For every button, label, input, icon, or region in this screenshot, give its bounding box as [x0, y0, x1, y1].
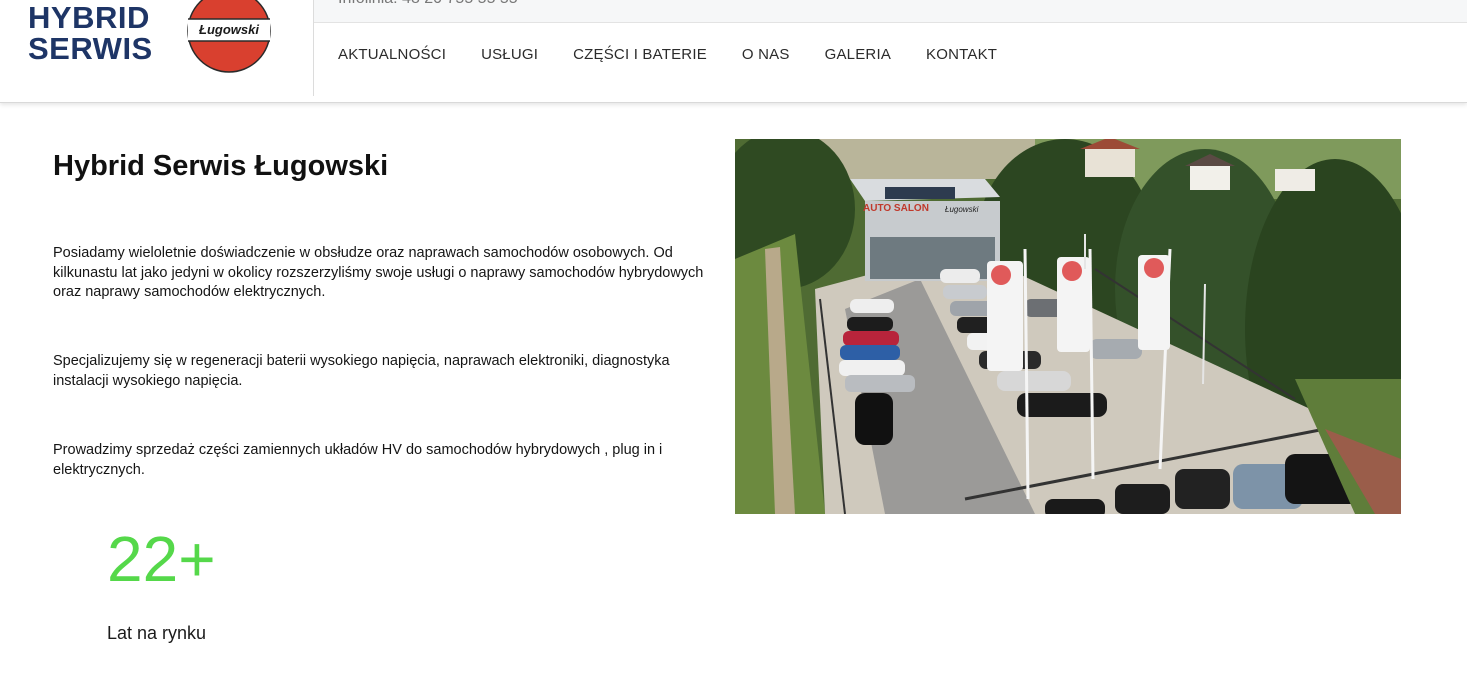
- building-sign-text: AUTO SALON: [863, 203, 929, 214]
- nav-item-czesci-i-baterie[interactable]: CZĘŚCI I BATERIE: [573, 46, 707, 63]
- page-title: Hybrid Serwis Ługowski: [53, 150, 389, 182]
- intro-paragraph-specialization: Specjalizujemy się w regeneracji baterii…: [53, 353, 670, 389]
- building-sign-text-2: Ługowski: [945, 205, 979, 214]
- logo-badge-icon: Ługowski: [186, 0, 272, 74]
- site-header: HYBRID SERWIS Ługowski Infolinia: 48 20 …: [0, 0, 1467, 103]
- nav-item-uslugi[interactable]: USŁUGI: [481, 46, 538, 63]
- years-counter-label: Lat na rynku: [107, 623, 207, 643]
- logo-line-2: SERWIS: [28, 31, 153, 66]
- intro-paragraph-experience: Posiadamy wieloletnie doświadczenie w ob…: [53, 245, 704, 300]
- nav-item-kontakt[interactable]: KONTAKT: [926, 46, 997, 63]
- years-counter: 22+: [107, 523, 216, 595]
- intro-paragraph-parts-sales: Prowadzimy sprzedaż części zamiennych uk…: [53, 442, 663, 478]
- nav-item-o-nas[interactable]: O NAS: [742, 46, 790, 63]
- main-navigation: AKTUALNOŚCI USŁUGI CZĘŚCI I BATERIE O NA…: [338, 46, 997, 63]
- dealership-aerial-illustration: AUTO SALON Ługowski: [735, 139, 1401, 514]
- hotline-text: Infolinia: 48 20 755 55 55: [338, 0, 518, 8]
- nav-item-aktualnosci[interactable]: AKTUALNOŚCI: [338, 46, 446, 63]
- dealership-aerial-photo: AUTO SALON Ługowski: [735, 139, 1401, 514]
- page: HYBRID SERWIS Ługowski Infolinia: 48 20 …: [0, 0, 1467, 698]
- logo-line-1: HYBRID: [28, 0, 150, 35]
- nav-item-galeria[interactable]: GALERIA: [825, 46, 891, 63]
- site-logo[interactable]: HYBRID SERWIS Ługowski: [0, 0, 313, 103]
- top-info-bar: Infolinia: 48 20 755 55 55: [314, 0, 1467, 23]
- logo-badge-text: Ługowski: [199, 22, 259, 37]
